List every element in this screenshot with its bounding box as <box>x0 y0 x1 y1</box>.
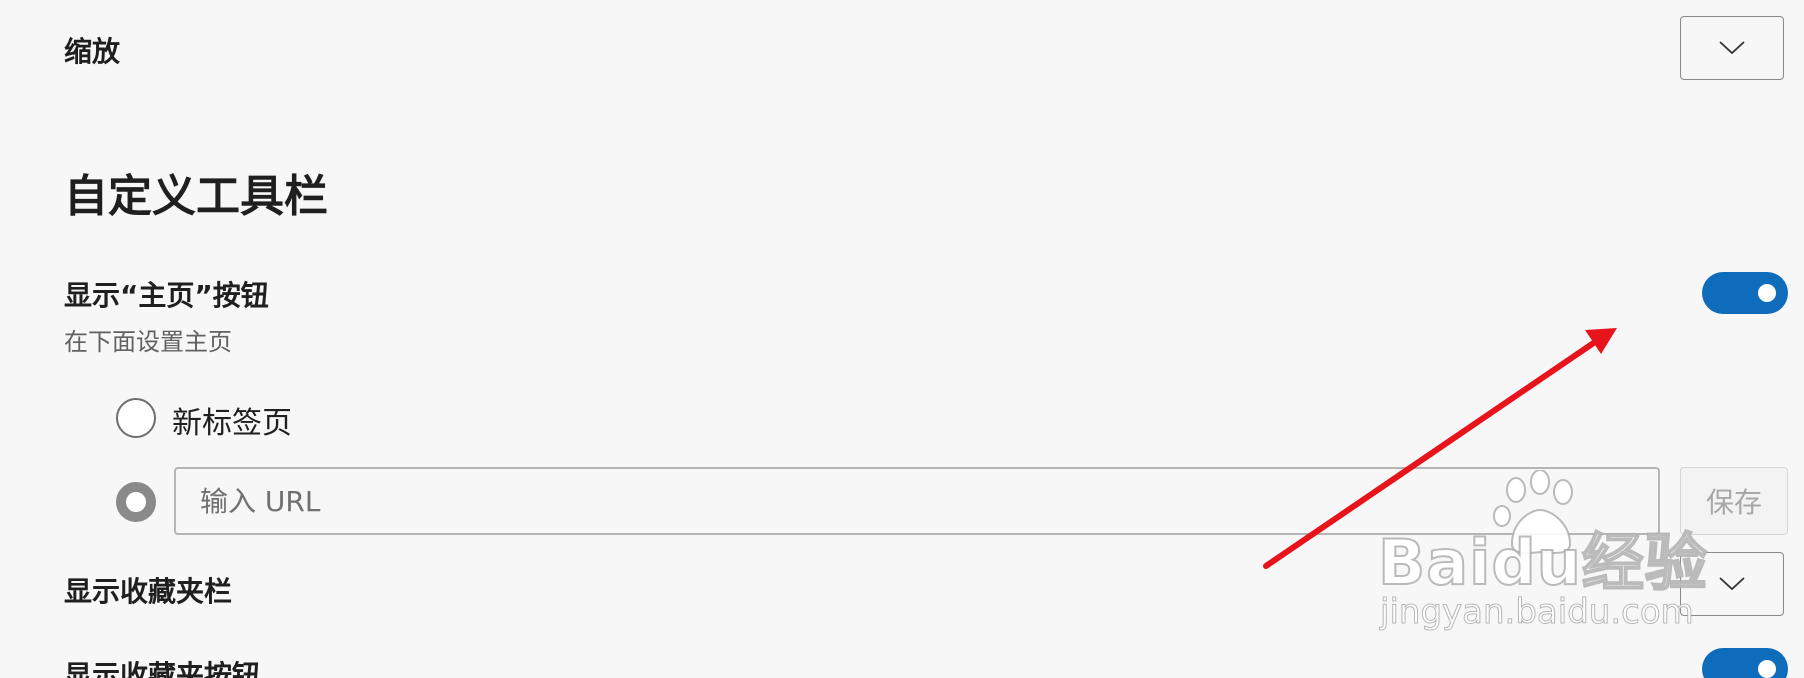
customize-toolbar-title: 自定义工具栏 <box>64 171 328 222</box>
toggle-knob <box>1758 284 1776 302</box>
annotation-arrow-icon <box>1263 328 1617 569</box>
settings-page: 缩放 自定义工具栏 显示“主页”按钮 在下面设置主页 新标签页 保存 显示收藏夹… <box>0 0 1804 678</box>
show-favorites-bar-label: 显示收藏夹栏 <box>64 575 233 608</box>
show-favorites-button-toggle[interactable] <box>1702 648 1788 678</box>
new-tab-label: 新标签页 <box>172 406 292 441</box>
url-input[interactable] <box>174 467 1660 535</box>
show-favorites-button-label: 显示收藏夹按钮 <box>64 659 261 678</box>
zoom-dropdown[interactable] <box>1680 16 1784 80</box>
show-home-button-toggle[interactable] <box>1702 272 1788 314</box>
toggle-knob <box>1758 660 1776 678</box>
new-tab-radio[interactable] <box>116 398 156 438</box>
favorites-bar-dropdown[interactable] <box>1680 552 1784 616</box>
home-button-description: 在下面设置主页 <box>64 328 232 356</box>
watermark-url: jingyan.baidu.com <box>1380 592 1695 633</box>
url-radio[interactable] <box>116 482 156 522</box>
zoom-label: 缩放 <box>64 35 121 68</box>
chevron-down-icon <box>1719 41 1745 55</box>
save-button[interactable]: 保存 <box>1680 467 1788 535</box>
chevron-down-icon <box>1719 577 1745 591</box>
show-home-button-label: 显示“主页”按钮 <box>64 279 269 312</box>
